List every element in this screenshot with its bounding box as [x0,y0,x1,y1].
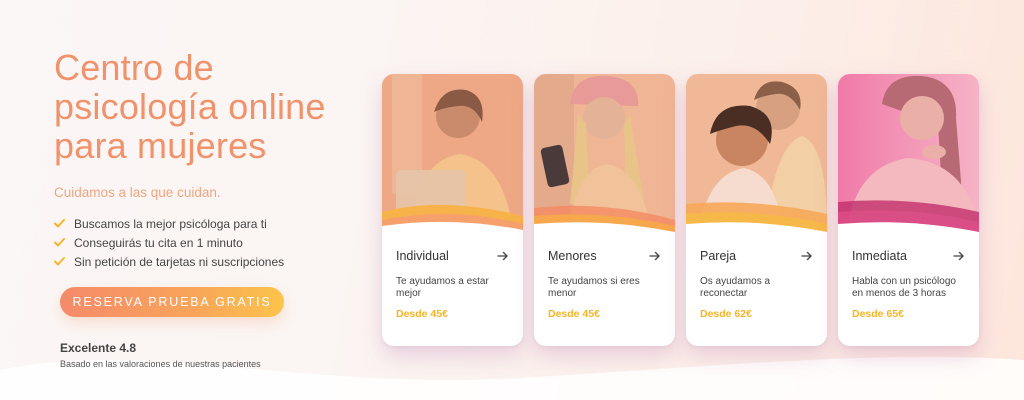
service-card-pareja[interactable]: Pareja Os ayudamos a reconectar Desde 62… [686,74,827,346]
card-description: Te ayudamos si eres menor [548,276,640,299]
card-description: Os ayudamos a reconectar [700,276,771,299]
title-line: Centro de [54,47,214,88]
hero-section: Centro de psicología online para mujeres… [54,48,374,369]
card-photo [686,74,827,234]
rating-note: Basado en las valoraciones de nuestras p… [60,359,261,369]
card-description: Te ayudamos a estar mejor [396,276,489,299]
card-description: Habla con un psicólogo en menos de 3 hor… [852,276,956,299]
benefit-text: Sin petición de tarjetas ni suscripcione… [74,254,285,269]
service-cards: Individual Te ayudamos a estar mejor Des… [382,74,979,346]
benefit-text: Conseguirás tu cita en 1 minuto [74,235,243,250]
arrow-right-icon[interactable] [953,250,965,262]
benefits-list: Buscamos la mejor psicóloga para ti Cons… [54,214,374,271]
card-photo [382,74,523,234]
service-card-inmediata[interactable]: Inmediata Habla con un psicólogo en meno… [838,74,979,346]
check-icon [54,257,68,266]
benefit-item: Buscamos la mejor psicóloga para ti [54,214,374,233]
card-price: Desde 45€ [548,308,600,320]
title-line: psicología online [54,86,326,127]
card-title: Individual [396,249,449,263]
card-title: Inmediata [852,249,907,263]
page-title: Centro de psicología online para mujeres [54,48,374,165]
arrow-right-icon[interactable] [497,250,509,262]
card-photo [534,74,675,234]
arrow-right-icon[interactable] [649,250,661,262]
benefit-item: Sin petición de tarjetas ni suscripcione… [54,252,374,271]
card-price: Desde 65€ [852,308,904,320]
card-title: Pareja [700,249,737,263]
card-photo [838,74,979,234]
card-title: Menores [548,249,597,263]
tagline: Cuidamos a las que cuidan. [54,185,221,200]
check-icon [54,219,68,228]
rating-block: Excelente 4.8 Basado en las valoraciones… [60,341,374,369]
rating-score: Excelente 4.8 [60,341,137,355]
benefit-item: Conseguirás tu cita en 1 minuto [54,233,374,252]
title-line: para mujeres [54,125,267,166]
reserve-free-trial-button[interactable]: RESERVA PRUEBA GRATIS [60,287,284,317]
arrow-right-icon[interactable] [801,250,813,262]
service-card-individual[interactable]: Individual Te ayudamos a estar mejor Des… [382,74,523,346]
benefit-text: Buscamos la mejor psicóloga para ti [74,216,267,231]
check-icon [54,238,68,247]
service-card-menores[interactable]: Menores Te ayudamos si eres menor Desde … [534,74,675,346]
card-price: Desde 45€ [396,308,448,320]
card-price: Desde 62€ [700,308,752,320]
